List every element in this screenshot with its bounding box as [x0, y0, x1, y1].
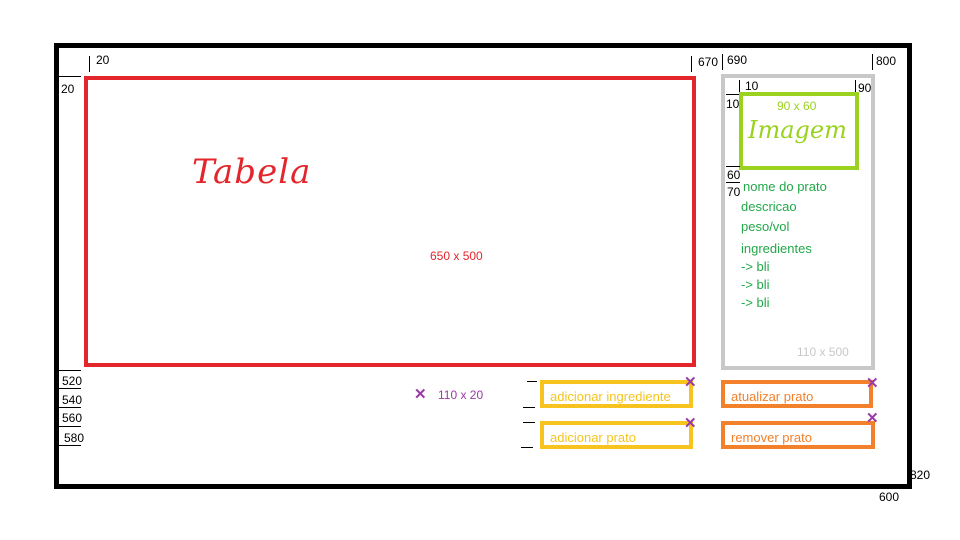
dim-tick — [726, 182, 740, 183]
add-dish-button[interactable]: adicionar prato — [540, 421, 693, 449]
dim-tick — [523, 422, 535, 423]
dim-tick — [527, 381, 537, 382]
ingredient-item: -> bli — [741, 259, 770, 274]
dim-tick — [726, 94, 740, 95]
cross-marker-icon: ✕ — [414, 386, 427, 403]
dim-panel-right: 800 — [876, 54, 897, 68]
dim-top-left-y: 20 — [61, 82, 75, 96]
dim-table-right: 670 — [698, 55, 719, 69]
update-dish-button[interactable]: atualizar prato — [721, 380, 873, 408]
dim-text-top: 70 — [727, 185, 741, 199]
dim-tick — [59, 426, 81, 427]
ingredient-item: -> bli — [741, 277, 770, 292]
dim-tick — [59, 445, 81, 446]
dim-img-y: 10 — [726, 97, 740, 111]
dim-tick — [59, 370, 81, 371]
dim-tick — [59, 407, 81, 408]
dim-row-520: 520 — [62, 374, 83, 388]
cross-marker-icon: ✕ — [866, 410, 879, 427]
dim-panel-left: 690 — [727, 53, 748, 67]
image-size-label: 90 x 60 — [777, 99, 817, 113]
dim-top-left-x: 20 — [96, 53, 110, 67]
dish-weight-field: peso/vol — [741, 219, 790, 234]
dish-description-field: descricao — [741, 199, 797, 214]
dim-row-560: 560 — [62, 411, 83, 425]
dim-tick — [521, 447, 533, 448]
remove-dish-button[interactable]: remover prato — [721, 421, 875, 449]
image-label: Imagem — [748, 116, 847, 144]
table-area — [84, 76, 696, 367]
dim-tick — [59, 76, 81, 77]
dim-img-right: 90 — [858, 81, 872, 95]
dim-tick — [739, 80, 740, 92]
dim-tick — [89, 56, 90, 72]
dim-tick — [726, 166, 740, 167]
dim-tick — [523, 407, 535, 408]
dish-name-field: nome do prato — [743, 179, 827, 194]
dim-tick — [872, 54, 873, 70]
table-title: Tabela — [192, 152, 312, 192]
dim-row-540: 540 — [62, 393, 83, 407]
dim-tick — [722, 54, 723, 70]
dim-img-x: 10 — [745, 79, 759, 93]
dim-total-width: 820 — [910, 468, 931, 482]
dim-img-bottom: 60 — [727, 168, 741, 182]
cross-marker-icon: ✕ — [684, 374, 697, 391]
table-size-label: 650 x 500 — [430, 249, 483, 263]
cross-marker-icon: ✕ — [866, 375, 879, 392]
dish-ingredients-heading: ingredientes — [741, 241, 812, 256]
dim-tick — [59, 388, 81, 389]
dim-tick — [855, 80, 856, 92]
button-size-label: 110 x 20 — [438, 388, 484, 402]
cross-marker-icon: ✕ — [684, 415, 697, 432]
dim-row-580: 580 — [64, 431, 85, 445]
dim-tick — [691, 56, 692, 72]
add-ingredient-button[interactable]: adicionar ingrediente — [540, 380, 693, 408]
ingredient-item: -> bli — [741, 295, 770, 310]
dim-total-height: 600 — [879, 490, 900, 504]
panel-size-label: 110 x 500 — [797, 345, 849, 359]
